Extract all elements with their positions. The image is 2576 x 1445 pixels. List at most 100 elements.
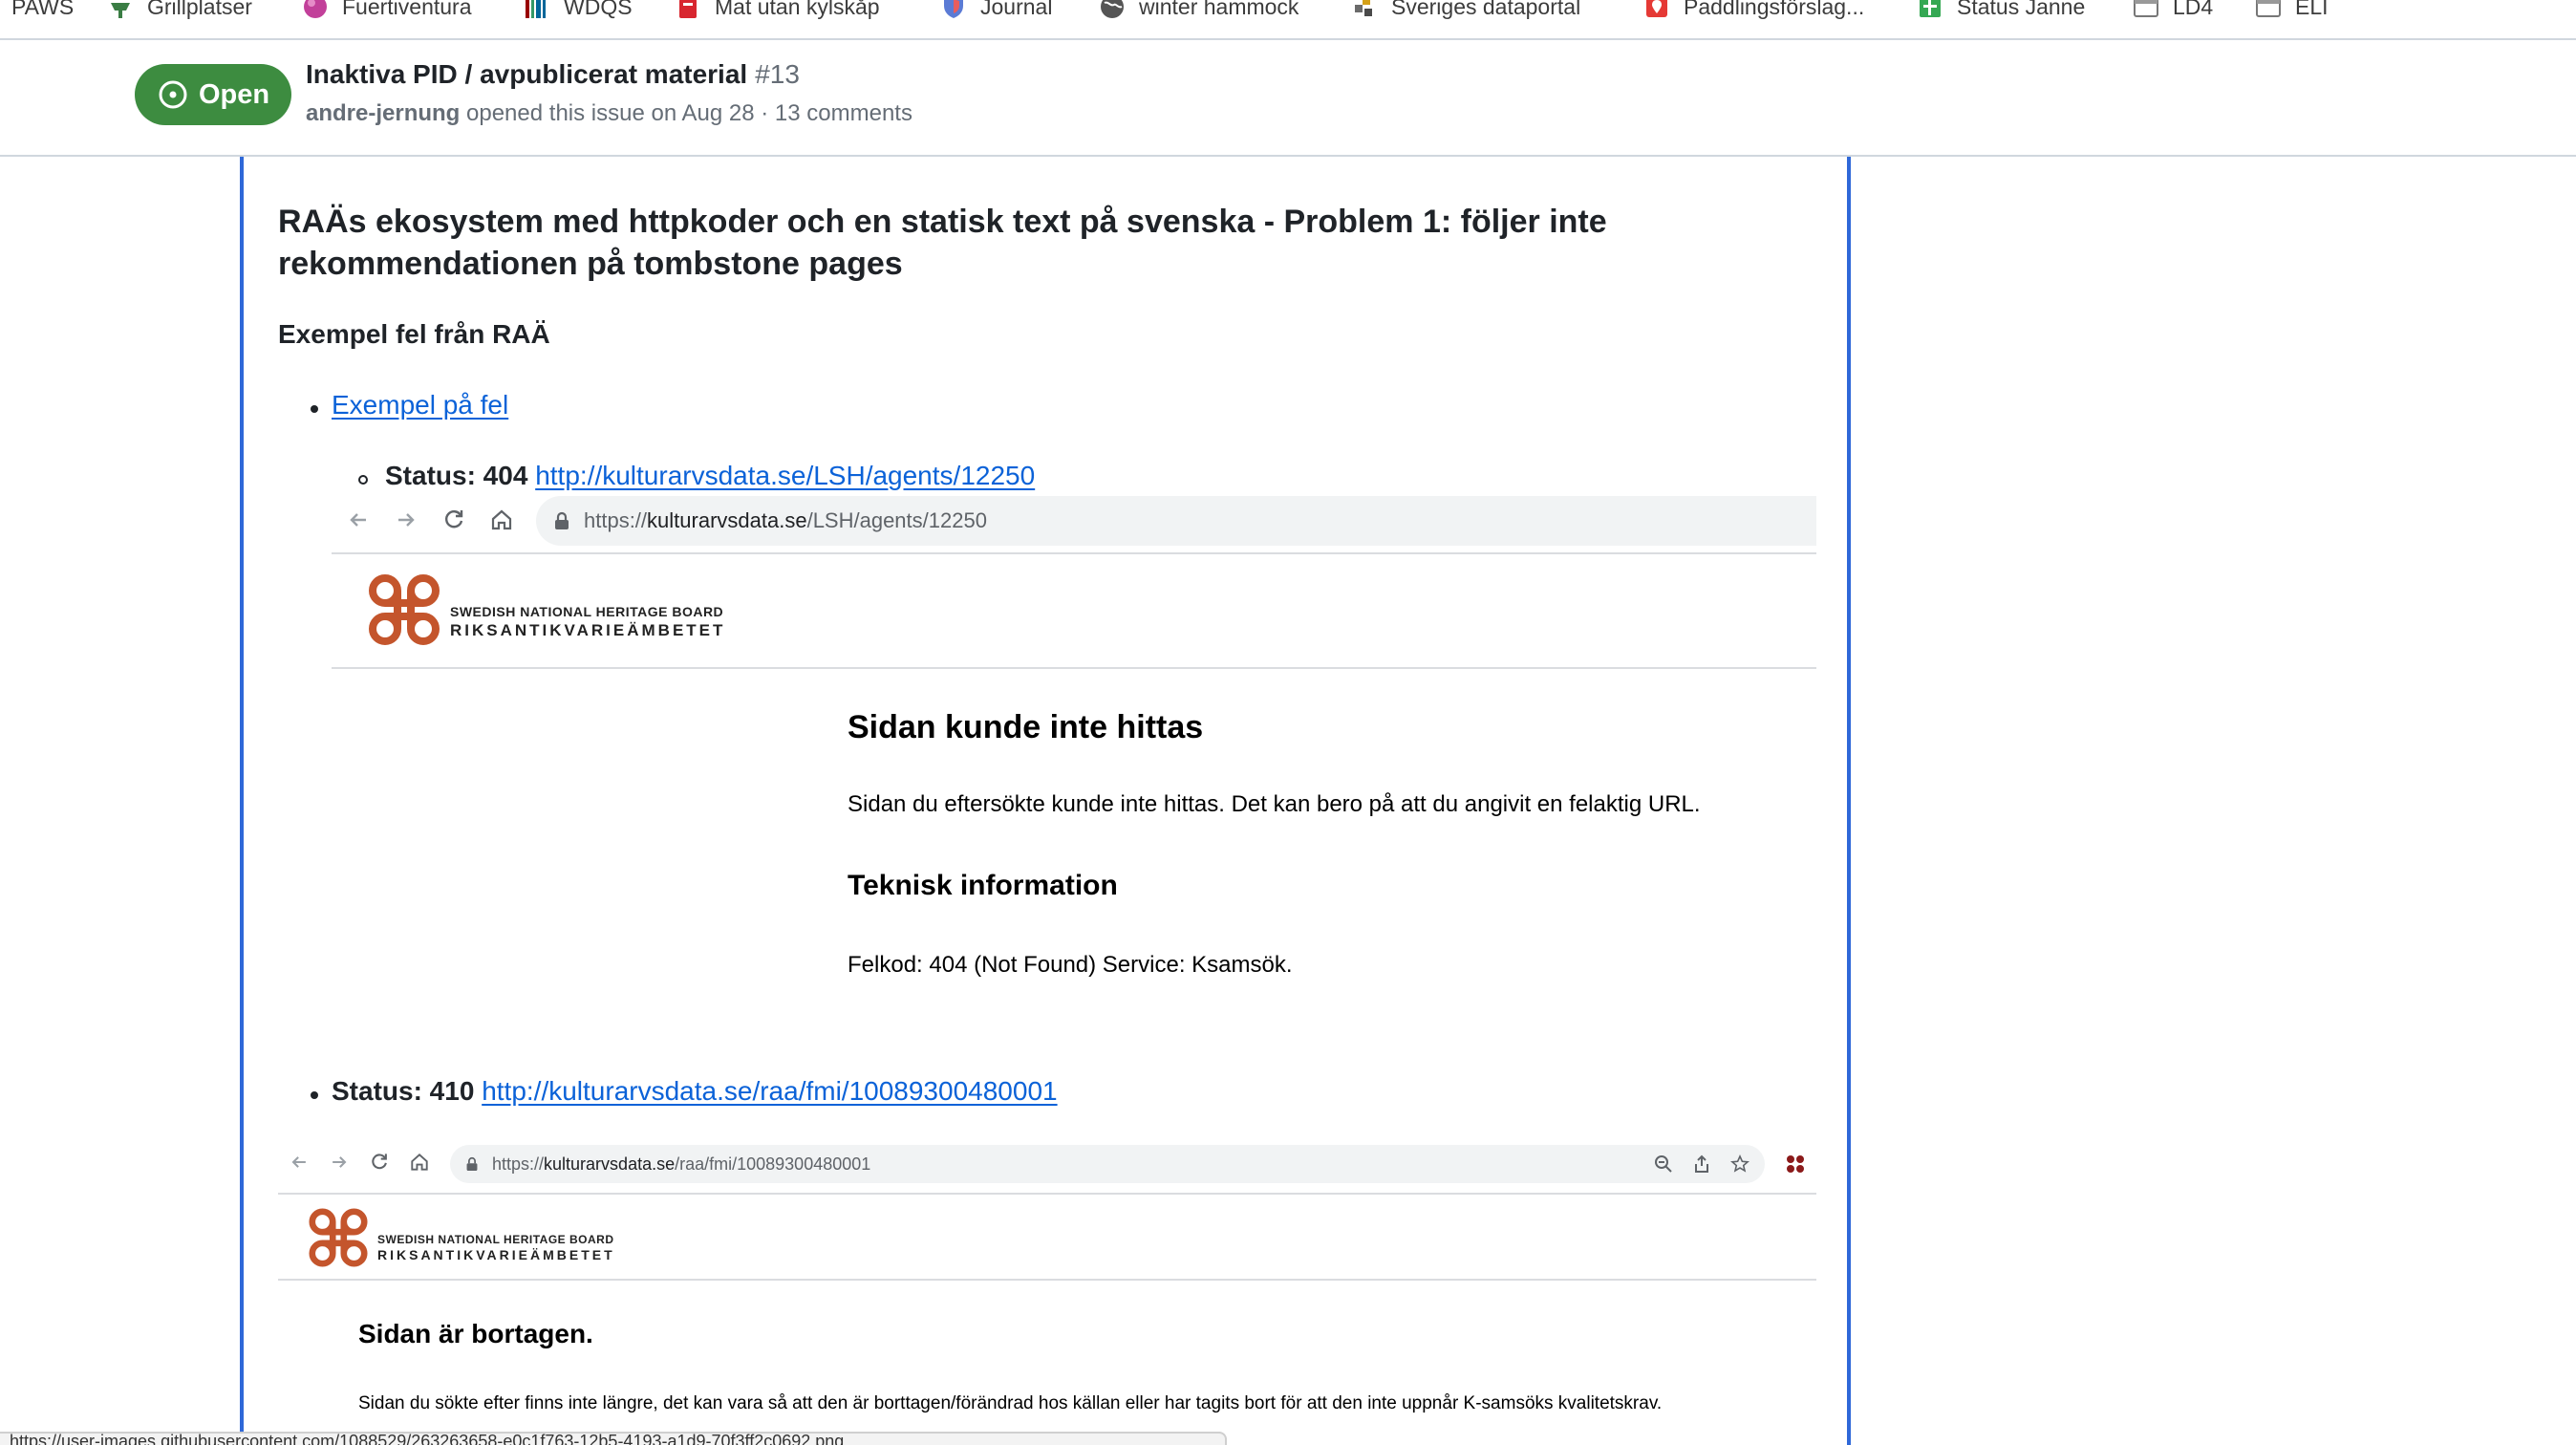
- bookmark-label: WDQS: [564, 0, 633, 19]
- bookmark-label: Status Janne: [1957, 0, 2086, 19]
- error-code-text: Felkod: 404 (Not Found) Service: Ksamsök…: [848, 952, 1293, 978]
- bookmark-sveriges-dataportal[interactable]: Sveriges dataportal: [1351, 0, 1580, 23]
- folder-icon: [2256, 0, 2281, 17]
- bookmark-journal[interactable]: Journal: [940, 0, 1052, 23]
- raa-logo-line2: RIKSANTIKVARIEÄMBETET: [450, 621, 726, 639]
- raa-site-header: SWEDISH NATIONAL HERITAGE BOARD RIKSANTI…: [278, 1195, 1816, 1281]
- removed-title: Sidan är bortagen.: [358, 1319, 593, 1348]
- bookmark-label: Grillplatser: [147, 0, 252, 19]
- issue-meta: andre-jernung opened this issue on Aug 2…: [306, 100, 912, 127]
- issue-author-link[interactable]: andre-jernung: [306, 100, 460, 126]
- url-prefix: https://: [584, 508, 648, 532]
- list-item: Status: 404 http://kulturarvsdata.se/LSH…: [385, 461, 1035, 491]
- browser-status-bar: https://user-images.githubusercontent.co…: [0, 1432, 1227, 1445]
- bookmark-label: Fuertiventura: [342, 0, 472, 19]
- raa-logo-line2: RIKSANTIKVARIEÄMBETET: [377, 1247, 615, 1262]
- issue-state-label: Open: [198, 78, 270, 110]
- food-icon: [679, 0, 697, 18]
- bookmark-winter-hammock[interactable]: winter hammock: [1099, 0, 1299, 23]
- raa-fmi-link[interactable]: http://kulturarvsdata.se/raa/fmi/1008930…: [482, 1076, 1057, 1106]
- bookmark-fuertiventura[interactable]: Fuertiventura: [302, 0, 472, 23]
- bookmark-label: Mat utan kylskåp: [715, 0, 880, 19]
- lsh-agent-link[interactable]: http://kulturarvsdata.se/LSH/agents/1225…: [535, 461, 1035, 490]
- technical-info-heading: Teknisk information: [848, 870, 1118, 901]
- grill-icon: [111, 3, 130, 18]
- url-prefix: https://: [492, 1154, 545, 1174]
- status-url: https://user-images.githubusercontent.co…: [10, 1432, 845, 1445]
- shield-icon: [944, 0, 963, 18]
- error-title: Sidan kunde inte hittas: [848, 709, 1204, 745]
- issue-header: Open Inaktiva PID / avpublicerat materia…: [0, 40, 2576, 157]
- bookmark-label: LD4: [2173, 0, 2214, 19]
- zoom-icon: [1655, 1155, 1672, 1173]
- wdqs-icon: [526, 0, 546, 18]
- screenshot-410-image: https://kulturarvsdata.se/raa/fmi/100893…: [278, 1141, 1816, 1445]
- url-path: /LSH/agents/12250: [806, 508, 987, 532]
- screenshot-404-image: https://kulturarvsdata.se/LSH/agents/122…: [332, 493, 1816, 1028]
- status-410-label: Status: 410: [332, 1076, 475, 1106]
- address-bar: https://kulturarvsdata.se/LSH/agents/122…: [536, 496, 1816, 546]
- bookmark-mat-utan-kylskap[interactable]: Mat utan kylskåp: [675, 0, 880, 23]
- map-pin-icon: [1646, 0, 1667, 17]
- lock-icon: [555, 511, 569, 529]
- sheet-icon: [1920, 0, 1941, 17]
- bookmark-label: ELI: [2295, 0, 2329, 19]
- issue-title-text: Inaktiva PID / avpublicerat material: [306, 59, 748, 89]
- url-domain: kulturarvsdata.se: [647, 508, 807, 532]
- issue-number: #13: [755, 59, 800, 89]
- url-domain: kulturarvsdata.se: [544, 1154, 676, 1174]
- bookmark-eli[interactable]: ELI: [2255, 0, 2329, 23]
- bookmark-label: Sveriges dataportal: [1391, 0, 1581, 19]
- back-arrow-icon: [291, 1156, 306, 1168]
- raa-logo-line1: SWEDISH NATIONAL HERITAGE BOARD: [450, 604, 724, 619]
- bookmarks-bar: PAWS Grillplatser Fuertiventura WDQS Mat…: [0, 0, 2576, 40]
- bookmark-paddlingsforslag[interactable]: Paddlingsförslag...: [1643, 0, 1864, 23]
- extension-icon: [1787, 1155, 1804, 1173]
- comment-heading: RAÄs ekosystem med httpkoder och en stat…: [278, 204, 1607, 282]
- list-bullet: [311, 405, 318, 413]
- raa-site-header: SWEDISH NATIONAL HERITAGE BOARD RIKSANTI…: [332, 554, 1816, 669]
- forward-arrow-icon: [398, 513, 415, 527]
- issue-open-icon: [159, 80, 187, 109]
- globe-ball-icon: [304, 0, 327, 18]
- dataportal-icon: [1355, 0, 1372, 16]
- bookmark-wdqs[interactable]: WDQS: [524, 0, 633, 23]
- bookmark-paws[interactable]: PAWS: [11, 0, 74, 23]
- bookmark-label: Journal: [980, 0, 1053, 19]
- raa-logo-icon: [309, 1208, 368, 1267]
- share-icon: [1695, 1154, 1708, 1173]
- status-404-label: Status: 404: [385, 461, 528, 490]
- browser-toolbar: https://kulturarvsdata.se/LSH/agents/122…: [332, 493, 1816, 547]
- bookmark-label: Paddlingsförslag...: [1684, 0, 1865, 19]
- back-arrow-icon: [350, 513, 366, 527]
- home-icon: [411, 1154, 428, 1171]
- list-item: Status: 410 http://kulturarvsdata.se/raa…: [332, 1076, 1058, 1107]
- folder-icon: [2134, 0, 2158, 17]
- comment-subheading: Exempel fel från RAÄ: [278, 319, 550, 349]
- lock-icon: [466, 1157, 478, 1171]
- error-description: Sidan du eftersökte kunde inte hittas. D…: [848, 791, 1701, 817]
- bookmark-label: PAWS: [11, 0, 75, 19]
- bookmark-ld4[interactable]: LD4: [2133, 0, 2213, 23]
- issue-title: Inaktiva PID / avpublicerat material #13: [306, 59, 800, 90]
- issue-meta-text: opened this issue on Aug 28 · 13 comment…: [466, 100, 912, 126]
- list-bullet: [311, 1091, 318, 1099]
- reload-icon: [372, 1154, 387, 1170]
- star-icon: [1730, 1154, 1750, 1173]
- raa-logo-icon: [369, 574, 440, 645]
- example-error-link[interactable]: Exempel på fel: [332, 390, 508, 420]
- address-bar: https://kulturarvsdata.se/raa/fmi/100893…: [450, 1145, 1765, 1183]
- home-icon: [491, 509, 512, 530]
- url-path: /raa/fmi/10089300480001: [675, 1154, 871, 1174]
- list-item: Exempel på fel: [332, 390, 508, 421]
- forward-arrow-icon: [333, 1156, 347, 1168]
- reload-icon: [445, 510, 463, 528]
- issue-comment-body: RAÄs ekosystem med httpkoder och en stat…: [240, 157, 1851, 1445]
- sublist-bullet: [358, 475, 368, 485]
- raa-logo-line1: SWEDISH NATIONAL HERITAGE BOARD: [377, 1233, 614, 1246]
- bookmark-grillplatser[interactable]: Grillplatser: [107, 0, 252, 23]
- issue-state-badge: Open: [135, 64, 291, 125]
- bookmark-status-janne[interactable]: Status Janne: [1917, 0, 2085, 23]
- bookmark-label: winter hammock: [1139, 0, 1299, 19]
- world-icon: [1101, 0, 1124, 18]
